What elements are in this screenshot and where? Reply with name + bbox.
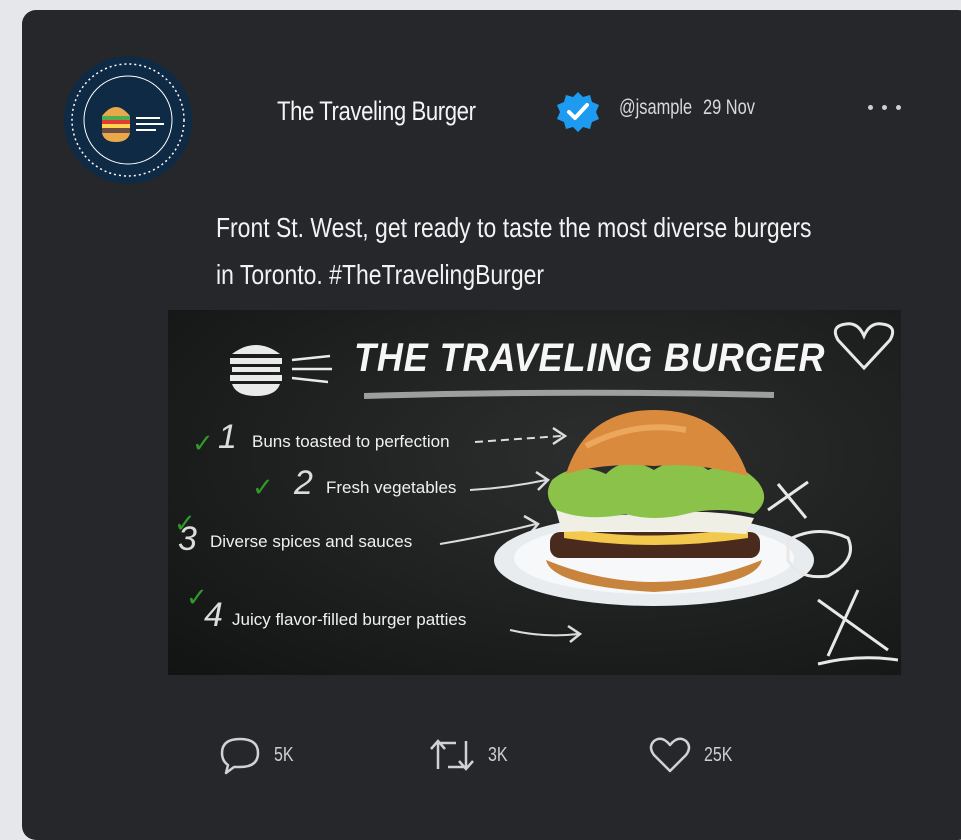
- tweet-actions: 5K 3K 25K: [22, 735, 961, 775]
- account-handle[interactable]: @jsample: [619, 96, 692, 119]
- item-text: Buns toasted to perfection: [252, 432, 450, 451]
- chalk-doodles: [767, 480, 898, 666]
- retweet-count: 3K: [488, 743, 508, 766]
- item-number: 1: [218, 418, 237, 456]
- verified-badge-icon: [555, 90, 601, 136]
- heart-doodle: [833, 322, 895, 371]
- item-text: Fresh vegetables: [326, 478, 457, 497]
- item-number: 3: [178, 520, 197, 558]
- tweet-text-line: Front St. West, get ready to taste the m…: [216, 212, 812, 243]
- like-button[interactable]: 25K: [648, 735, 740, 775]
- arrow-doodle: [509, 624, 583, 643]
- account-name[interactable]: The Traveling Burger: [277, 96, 476, 127]
- item-text: Diverse spices and sauces: [210, 532, 413, 551]
- handle-and-date: @jsample 29 Nov: [619, 96, 755, 120]
- check-icon: ✓: [192, 428, 214, 458]
- tweet-text-line: in Toronto. #TheTravelingBurger: [216, 259, 544, 290]
- like-icon: [649, 737, 691, 773]
- item-text: Juicy flavor-filled burger patties: [232, 610, 467, 629]
- media-title: THE TRAVELING BURGER: [354, 336, 826, 380]
- chalk-burger-logo: [230, 345, 332, 396]
- like-count: 25K: [704, 743, 733, 766]
- retweet-button[interactable]: 3K: [428, 735, 512, 775]
- check-icon: ✓: [252, 472, 274, 502]
- reply-icon: [220, 737, 260, 775]
- tweet-media-image[interactable]: THE TRAVELING BURGER ✓ 1 Buns toasted to…: [168, 310, 901, 675]
- tweet-date[interactable]: 29 Nov: [703, 96, 755, 119]
- tweet-card[interactable]: The Traveling Burger @jsample 29 Nov Fron…: [22, 10, 961, 840]
- reply-count: 5K: [274, 743, 294, 766]
- tweet-text: Front St. West, get ready to taste the m…: [216, 204, 823, 298]
- avatar[interactable]: [64, 56, 192, 184]
- chalk-underline: [364, 389, 774, 399]
- retweet-icon: [430, 739, 474, 771]
- more-icon[interactable]: [868, 105, 901, 110]
- item-number: 4: [204, 596, 223, 634]
- item-number: 2: [294, 464, 313, 502]
- reply-button[interactable]: 5K: [218, 735, 298, 775]
